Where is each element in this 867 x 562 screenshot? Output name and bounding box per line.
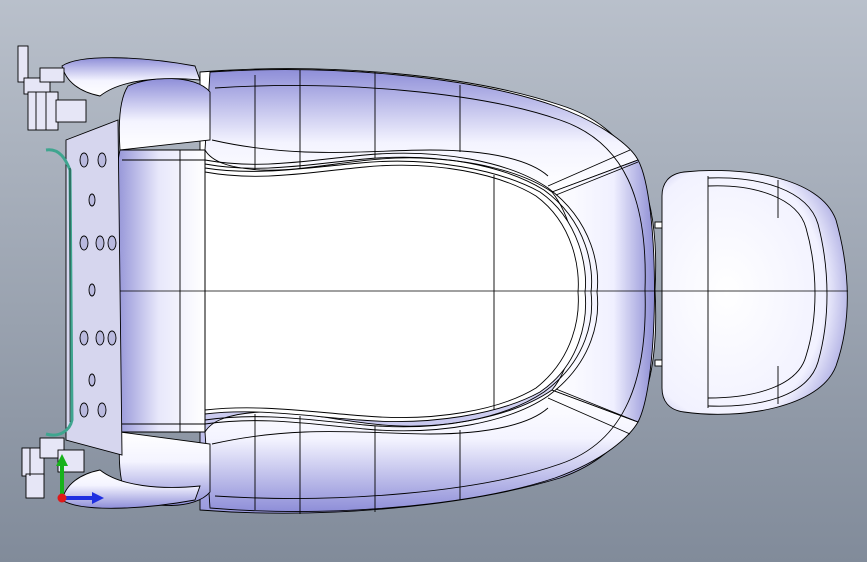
cad-viewport[interactable] (0, 0, 867, 562)
seat-front-upper-roll (118, 78, 211, 151)
triad-z-origin (57, 493, 67, 503)
seat-model-drawing[interactable] (0, 0, 867, 562)
headrest[interactable] (661, 170, 848, 415)
